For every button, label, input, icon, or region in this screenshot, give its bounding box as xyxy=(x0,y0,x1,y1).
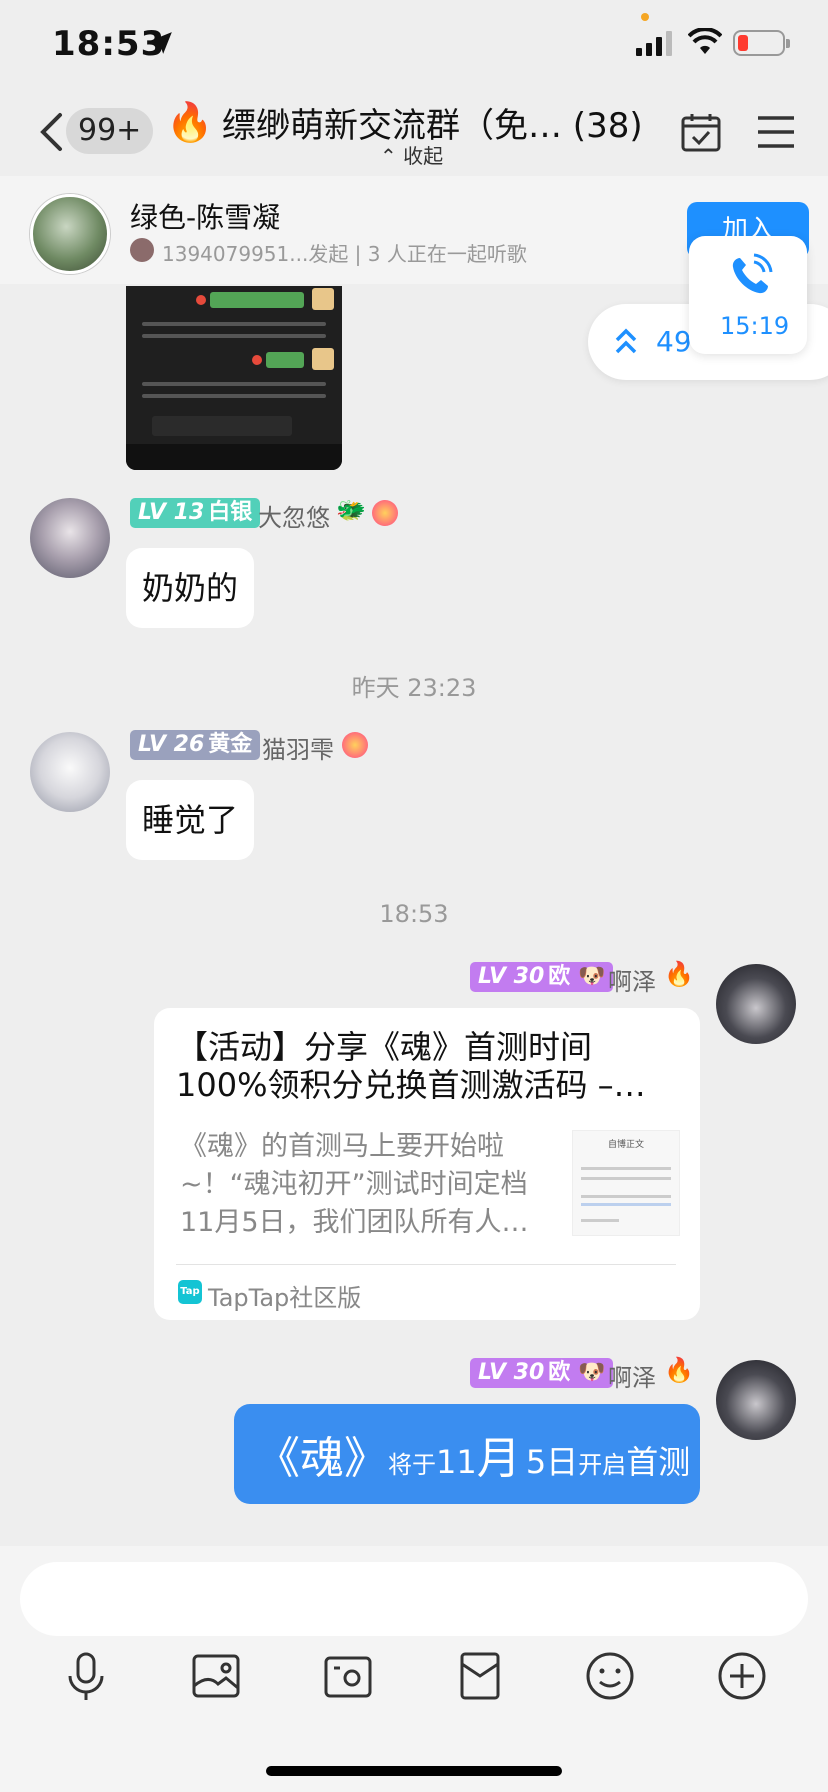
emoji-badge-icon xyxy=(372,500,398,526)
image-bubble-2 xyxy=(266,352,304,368)
sender-name[interactable]: 猫羽雫 xyxy=(262,730,334,765)
fire-icon: 🔥 xyxy=(166,100,214,144)
timestamp: 昨天 23:23 xyxy=(351,674,477,702)
mic-icon[interactable] xyxy=(58,1648,114,1704)
dog-emoji-icon: 🐶 xyxy=(570,964,606,989)
sender-name[interactable]: 啊泽 xyxy=(608,1358,656,1393)
battery-icon xyxy=(733,30,790,56)
thumb-title: 自博正文 xyxy=(607,1140,644,1150)
image-input-bar xyxy=(152,416,292,436)
message-bubble[interactable]: 睡觉了 xyxy=(126,780,255,860)
bubble-text: 《魂》将于11月 5日开启首测 xyxy=(256,1433,691,1484)
image-text-line xyxy=(142,334,326,338)
card-description: 《魂》的首测马上要开始啦~！“魂沌初开”测试时间定档11月5日，我们团队所有人… xyxy=(180,1131,529,1238)
emoji-icon[interactable] xyxy=(582,1648,638,1704)
collapse-toggle[interactable]: ⌃ 收起 xyxy=(380,140,443,169)
avatar[interactable] xyxy=(716,964,796,1044)
listen-subtitle: 1394079951...发起 | 3 人正在一起听歌 xyxy=(162,242,527,266)
message-bubble[interactable]: 奶奶的 xyxy=(126,548,255,628)
calendar-check-icon[interactable] xyxy=(681,112,721,152)
failed-send-icon xyxy=(196,295,206,305)
initiator-avatar xyxy=(130,238,154,262)
level-text: LV 30 xyxy=(478,964,545,989)
level-badge: LV 30 欧 🐶 xyxy=(470,962,614,992)
failed-send-icon xyxy=(252,355,262,365)
taptap-logo-icon: Tap xyxy=(178,1280,202,1304)
card-title: 【活动】分享《魂》首测时间100%领积分兑换首测激活码 –… xyxy=(176,1028,646,1104)
card-thumbnail: 自博正文 xyxy=(572,1130,680,1236)
sender-name[interactable]: 啊泽 xyxy=(608,962,656,997)
image-icon[interactable] xyxy=(188,1648,244,1704)
image-text-line xyxy=(142,382,326,386)
card-source: TapTap社区版 xyxy=(208,1284,362,1312)
message-bubble-self[interactable]: 《魂》将于11月 5日开启首测 xyxy=(234,1404,700,1504)
sender-name[interactable]: 大忽悠 xyxy=(258,498,330,533)
cellular-signal-icon xyxy=(636,31,672,56)
image-avatar xyxy=(312,288,334,310)
tier-text: 白银 xyxy=(208,500,253,525)
game-badge-icon: 🐲 xyxy=(336,496,366,524)
song-title: 绿色-陈雪凝 xyxy=(130,201,281,234)
emoji-badge-icon xyxy=(342,732,368,758)
double-chevron-up-icon xyxy=(615,328,637,354)
image-text-line xyxy=(142,394,326,398)
level-text: LV 30 xyxy=(478,1360,545,1385)
level-text: LV 26 xyxy=(138,732,205,757)
call-duration: 15:19 xyxy=(720,312,790,340)
image-text-line xyxy=(142,322,326,326)
timestamp: 18:53 xyxy=(379,900,449,928)
red-packet-icon[interactable] xyxy=(452,1648,508,1704)
song-cover xyxy=(30,194,110,274)
image-bubble-1 xyxy=(210,292,304,308)
image-message[interactable] xyxy=(126,286,342,470)
home-indicator[interactable] xyxy=(266,1766,562,1776)
tier-text: 黄金 xyxy=(208,732,253,757)
message-input[interactable] xyxy=(20,1562,808,1636)
image-nav-bar xyxy=(126,444,342,470)
plus-icon[interactable] xyxy=(714,1648,770,1704)
dog-emoji-icon: 🐶 xyxy=(570,1360,606,1385)
level-badge: LV 13 白银 xyxy=(130,498,261,528)
privacy-indicator xyxy=(641,13,649,21)
wifi-icon xyxy=(688,28,722,54)
menu-icon[interactable] xyxy=(756,114,796,150)
avatar[interactable] xyxy=(30,732,110,812)
tier-text: 欧 xyxy=(548,1360,571,1385)
card-divider xyxy=(176,1264,676,1265)
unread-badge[interactable]: 99+ xyxy=(66,108,154,154)
avatar[interactable] xyxy=(716,1360,796,1440)
location-arrow-icon xyxy=(150,32,172,54)
fire-icon: 🔥 xyxy=(664,960,694,988)
image-avatar xyxy=(312,348,334,370)
phone-icon xyxy=(732,253,773,294)
avatar[interactable] xyxy=(30,498,110,578)
collapse-label: 收起 xyxy=(403,144,444,168)
tier-text: 欧 xyxy=(548,964,571,989)
level-badge: LV 30 欧 🐶 xyxy=(470,1358,614,1388)
level-text: LV 13 xyxy=(138,500,205,525)
camera-icon[interactable] xyxy=(320,1648,376,1704)
unread-count: 49 xyxy=(656,325,692,358)
collapse-chevron-icon: ⌃ xyxy=(380,144,397,168)
fire-icon: 🔥 xyxy=(664,1356,694,1384)
level-badge: LV 26 黄金 xyxy=(130,730,261,760)
back-chevron-icon[interactable] xyxy=(38,112,64,152)
